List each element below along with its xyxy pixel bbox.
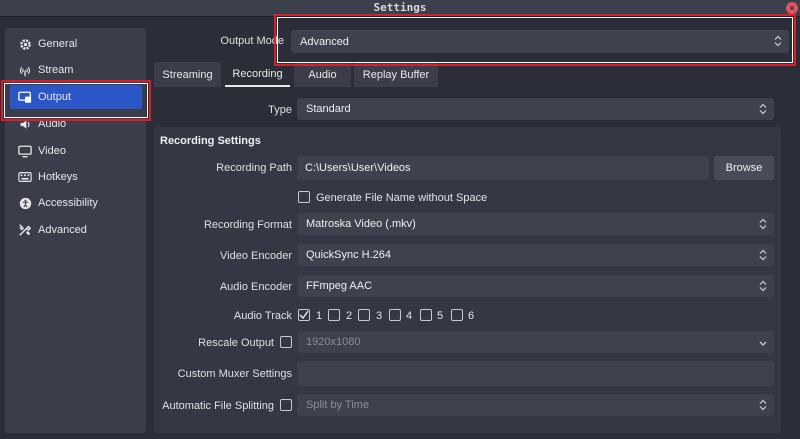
spinner-arrows-icon [759,249,767,261]
audio-track-1-label: 1 [316,310,323,322]
rescale-resolution-select[interactable]: 1920x1080 [297,331,774,353]
recording-settings-title: Recording Settings [160,135,261,147]
tab-audio[interactable]: Audio [294,62,351,87]
audio-encoder-label: Audio Encoder [219,281,292,293]
accessibility-icon [18,196,32,210]
output-mode-label: Output Mode [220,35,284,47]
keyboard-icon [18,170,32,184]
video-encoder-value: QuickSync H.264 [306,249,391,261]
recording-path-value: C:\Users\User\Videos [305,162,411,174]
sidebar-item-hotkeys[interactable]: Hotkeys [10,165,142,189]
audio-track-6-checkbox[interactable] [451,309,463,321]
close-icon[interactable]: × [786,2,798,14]
file-splitting-label: Automatic File Splitting [162,400,274,412]
title-bar: Settings × [0,0,800,17]
spinner-arrows-icon [759,103,767,115]
muxer-settings-input[interactable] [297,361,774,386]
sidebar-item-stream[interactable]: Stream [10,58,142,82]
monitor-icon [18,144,32,158]
file-splitting-checkbox[interactable] [280,399,292,411]
type-label: Type [268,104,292,116]
audio-encoder-value: FFmpeg AAC [306,280,373,292]
settings-sidebar: General Stream Output Audio Video Hotkey… [5,28,146,433]
gear-icon [18,37,32,51]
rescale-output-label: Rescale Output [198,337,274,349]
output-mode-value: Advanced [300,35,349,48]
sidebar-item-label: Hotkeys [38,171,78,183]
tab-streaming[interactable]: Streaming [154,62,221,87]
sidebar-item-label: Stream [38,64,74,76]
sidebar-item-label: General [38,38,78,50]
browse-button[interactable]: Browse [714,156,774,180]
no-space-checkbox[interactable] [298,191,310,203]
type-select[interactable]: Standard [297,98,774,120]
sidebar-item-label: Video [38,145,66,157]
sidebar-item-general[interactable]: General [10,32,142,56]
recording-format-select[interactable]: Matroska Video (.mkv) [297,213,774,235]
tab-replay-buffer[interactable]: Replay Buffer [354,62,438,87]
audio-track-5-checkbox[interactable] [420,309,432,321]
sidebar-item-label: Audio [38,118,67,130]
audio-track-3-checkbox[interactable] [358,309,370,321]
recording-format-value: Matroska Video (.mkv) [306,218,416,230]
sidebar-item-output[interactable]: Output [10,85,142,109]
rescale-output-checkbox[interactable] [280,336,292,348]
sidebar-item-label: Output [38,91,72,103]
sidebar-item-advanced[interactable]: Advanced [10,218,142,242]
muxer-settings-label: Custom Muxer Settings [177,368,292,380]
spinner-arrows-icon [759,280,767,292]
sidebar-item-video[interactable]: Video [10,139,142,163]
sidebar-item-accessibility[interactable]: Accessibility [10,191,142,215]
audio-track-label: Audio Track [233,310,292,322]
tools-icon [18,223,32,237]
audio-track-4-checkbox[interactable] [389,309,401,321]
audio-track-2-checkbox[interactable] [328,309,340,321]
file-splitting-value: Split by Time [306,399,369,411]
file-splitting-select[interactable]: Split by Time [297,394,774,416]
chevron-down-icon [759,341,767,346]
audio-track-1-checkbox[interactable] [298,309,310,321]
output-mode-select[interactable]: Advanced [291,30,789,53]
antenna-icon [18,63,32,77]
recording-path-label: Recording Path [216,162,292,174]
speaker-icon [18,117,32,131]
audio-track-2-label: 2 [346,310,353,322]
no-space-label: Generate File Name without Space [316,192,488,204]
type-value: Standard [306,103,351,115]
video-encoder-select[interactable]: QuickSync H.264 [297,244,774,266]
spinner-arrows-icon [759,399,767,411]
audio-track-5-label: 5 [437,310,444,322]
sidebar-item-label: Advanced [38,224,87,236]
window-title: Settings [373,1,427,14]
audio-track-6-label: 6 [468,310,475,322]
spinner-arrows-icon [774,35,782,47]
spinner-arrows-icon [759,218,767,230]
audio-encoder-select[interactable]: FFmpeg AAC [297,275,774,297]
audio-track-4-label: 4 [406,310,413,322]
video-encoder-label: Video Encoder [220,250,292,262]
rescale-resolution-value: 1920x1080 [306,336,361,348]
audio-track-3-label: 3 [376,310,383,322]
checkmark-icon [299,310,309,320]
output-icon [18,90,32,104]
recording-format-label: Recording Format [203,219,292,231]
recording-path-input[interactable]: C:\Users\User\Videos [297,156,709,180]
sidebar-item-label: Accessibility [38,197,98,209]
sidebar-item-audio[interactable]: Audio [10,112,142,136]
tab-recording[interactable]: Recording [225,62,290,87]
